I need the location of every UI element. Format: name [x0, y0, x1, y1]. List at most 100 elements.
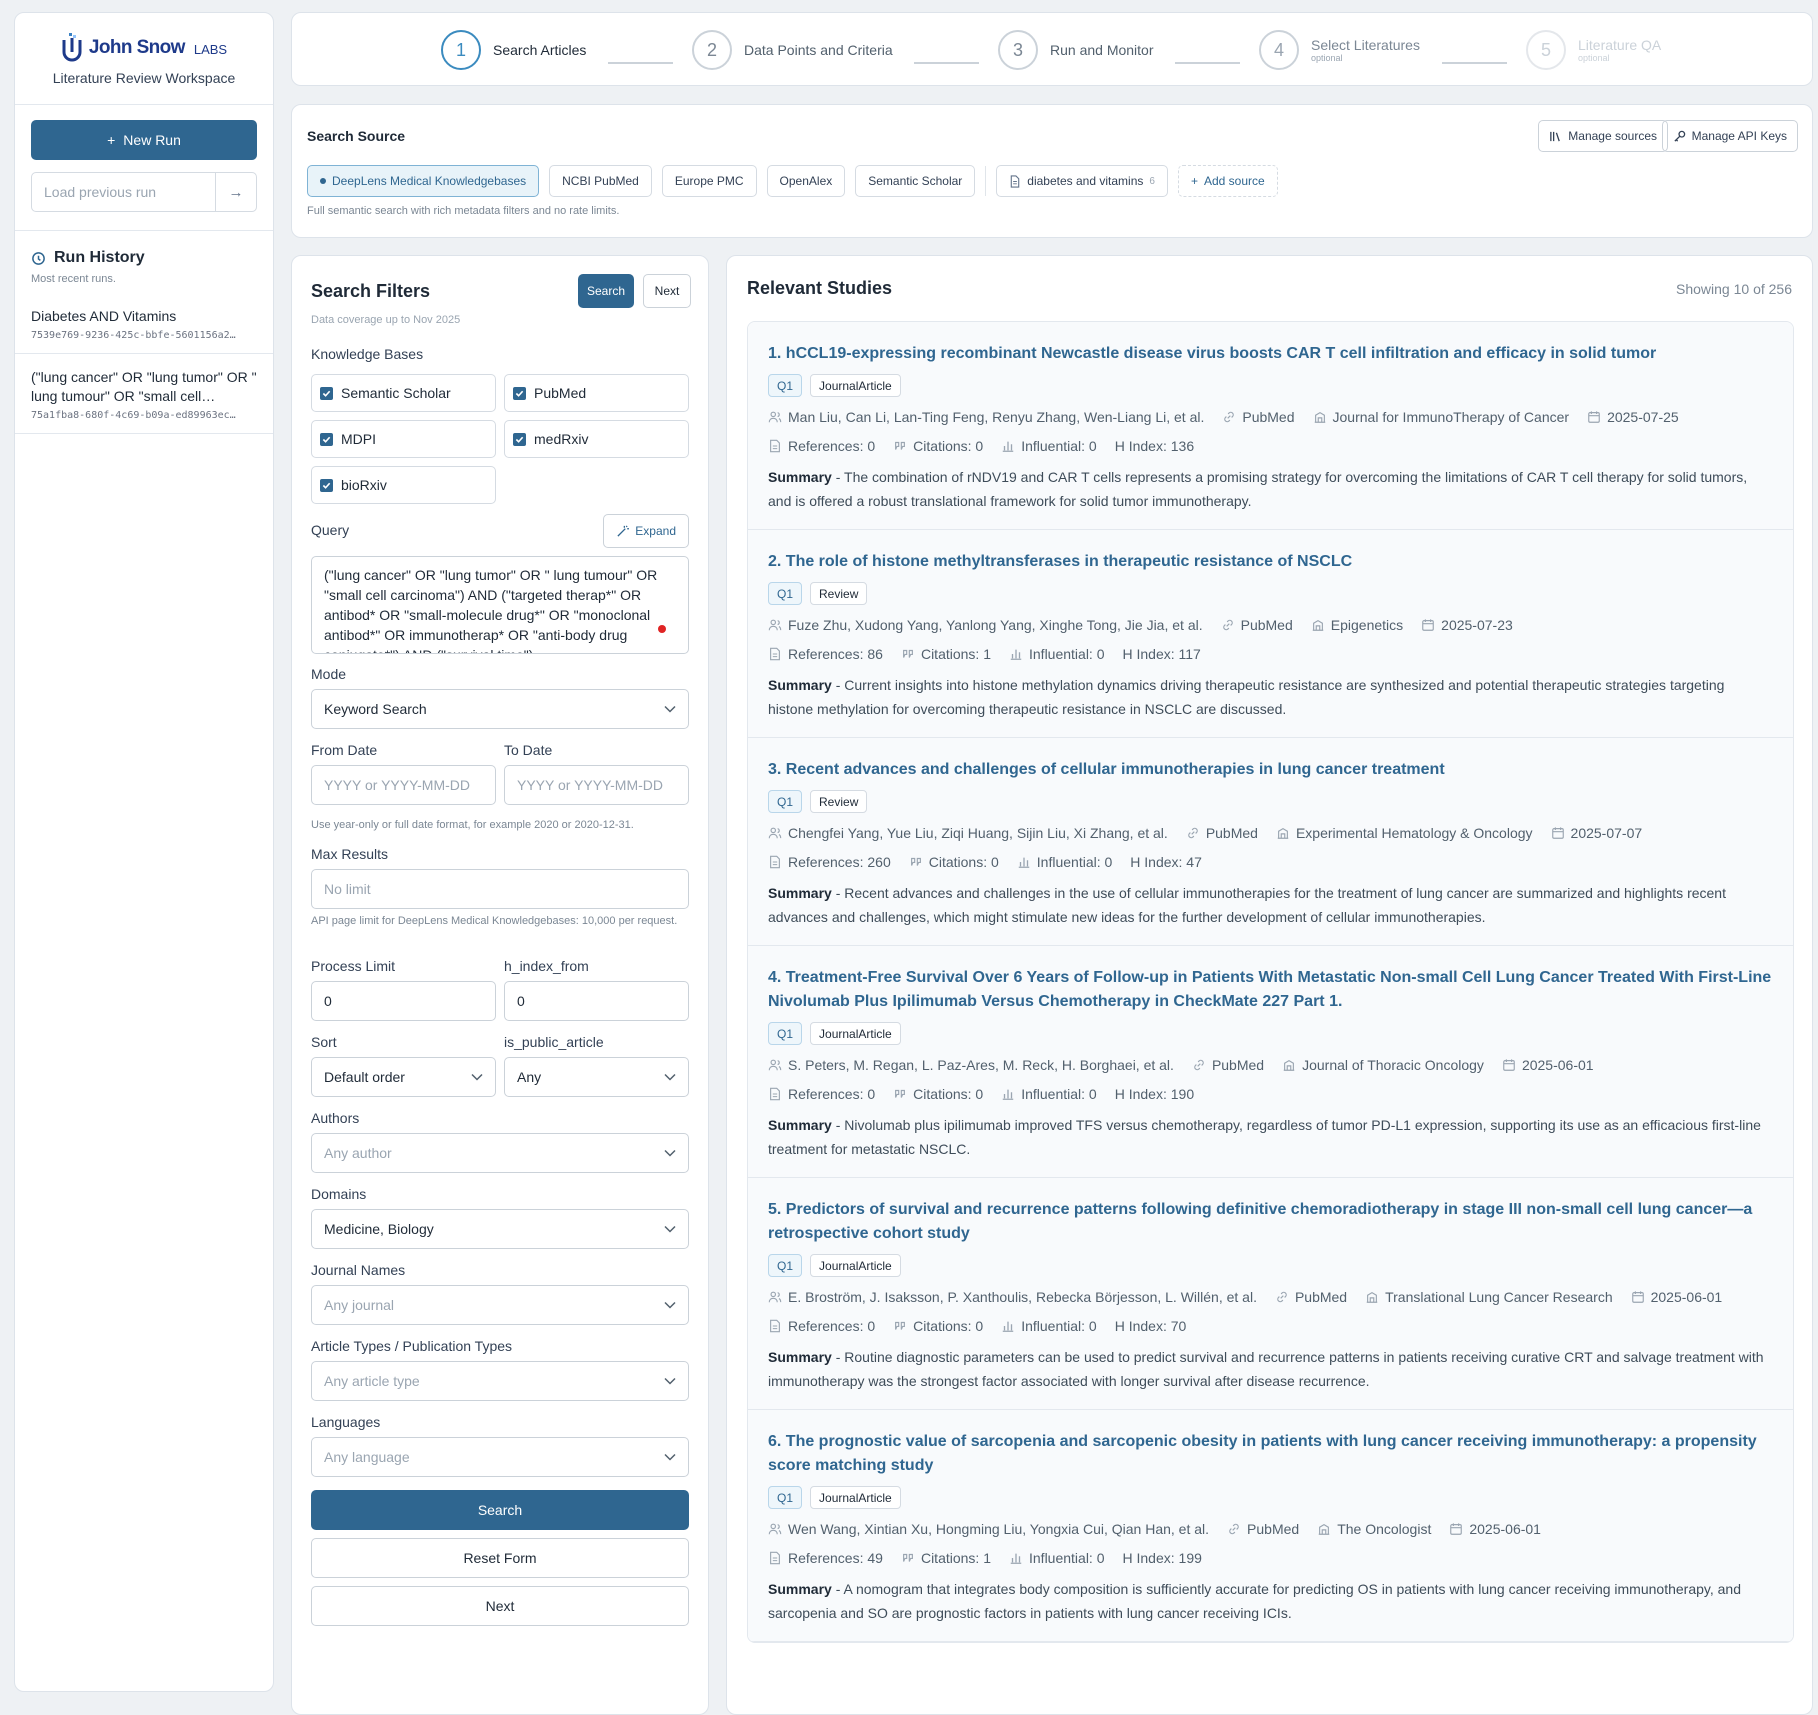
search-button[interactable]: Search — [311, 1490, 689, 1530]
hindex-meta: H Index: 190 — [1115, 1086, 1194, 1102]
study-badges: Q1 JournalArticle — [768, 1022, 1773, 1045]
study-title[interactable]: 5. Predictors of survival and recurrence… — [768, 1198, 1773, 1246]
summary-label: Summary — [768, 469, 832, 485]
date-note: Use year-only or full date format, for e… — [311, 819, 634, 831]
document-icon — [770, 1087, 780, 1100]
run-history-item[interactable]: Diabetes AND Vitamins 7539e769-9236-425c… — [15, 293, 273, 354]
source-chip-pubmed[interactable]: NCBI PubMed — [549, 165, 652, 197]
to-date-label: To Date — [504, 742, 553, 758]
study-title[interactable]: 2. The role of histone methyltransferase… — [768, 550, 1773, 574]
source-chip-europe-pmc[interactable]: Europe PMC — [661, 165, 757, 197]
chevron-down-icon — [664, 1073, 676, 1081]
john-snow-logo-icon — [62, 33, 82, 62]
kb-biorxiv[interactable]: bioRxiv — [311, 466, 496, 504]
study-date: 2025-06-01 — [1469, 1520, 1541, 1537]
study-metrics: References: 260 Citations: 0 Influential… — [768, 852, 1773, 871]
source-chip-deeplens[interactable]: DeepLens Medical Knowledgebases — [307, 165, 540, 197]
study-badges: Q1 Review — [768, 582, 1773, 605]
study-title[interactable]: 4. Treatment-Free Survival Over 6 Years … — [768, 966, 1773, 1014]
step-select-literatures[interactable]: 4 Select Literatures optional — [1259, 30, 1420, 70]
expand-query-button[interactable]: Expand — [603, 514, 689, 548]
study-hindex: H Index: 190 — [1114, 1085, 1195, 1102]
kb-mdpi[interactable]: MDPI — [311, 420, 496, 458]
step-data-points[interactable]: 2 Data Points and Criteria — [692, 30, 893, 70]
study-date: 2025-07-23 — [1441, 616, 1513, 633]
chip-label: diabetes and vitamins — [1027, 174, 1144, 188]
to-date-input[interactable]: YYYY or YYYY-MM-DD — [504, 765, 689, 805]
reset-form-button[interactable]: Reset Form — [311, 1538, 689, 1578]
study-hindex: H Index: 47 — [1130, 853, 1202, 870]
languages-select[interactable]: Any language — [311, 1437, 689, 1477]
study-summary: Summary - Routine diagnostic parameters … — [768, 1349, 1764, 1389]
source-chip-semantic-scholar[interactable]: Semantic Scholar — [855, 165, 976, 197]
step-optional: optional — [1311, 52, 1343, 63]
source-chip-custom[interactable]: diabetes and vitamins 6 — [996, 165, 1168, 197]
manage-api-keys-button[interactable]: Manage API Keys — [1661, 120, 1798, 152]
load-run-input[interactable]: Load previous run — [32, 173, 216, 211]
users-icon — [768, 827, 782, 838]
step-literature-qa[interactable]: 5 Literature QA optional — [1526, 30, 1661, 70]
h-index-from-input[interactable]: 0 — [504, 981, 689, 1021]
summary-label: Summary — [768, 1349, 832, 1365]
article-types-select[interactable]: Any article type — [311, 1361, 689, 1401]
sort-select[interactable]: Default order — [311, 1057, 496, 1097]
max-results-input[interactable]: No limit — [311, 869, 689, 909]
is-public-article-select[interactable]: Any — [504, 1057, 689, 1097]
citations-meta: Citations: 0 — [893, 438, 983, 454]
run-history-item[interactable]: ("lung cancer" OR "lung tumor" OR " lung… — [15, 354, 273, 434]
load-run-arrow-icon[interactable]: → — [216, 173, 256, 211]
summary-label: Summary — [768, 1117, 832, 1133]
study-references: References: 0 — [788, 437, 876, 454]
mode-select[interactable]: Keyword Search — [311, 689, 689, 729]
step-run-monitor[interactable]: 3 Run and Monitor — [998, 30, 1154, 70]
study-title[interactable]: 1. hCCL19-expressing recombinant Newcast… — [768, 342, 1773, 366]
study-journal: The Oncologist — [1337, 1520, 1432, 1537]
study-summary: Summary - The combination of rNDV19 and … — [768, 469, 1748, 509]
quote-icon — [903, 649, 913, 658]
from-date-input[interactable]: YYYY or YYYY-MM-DD — [311, 765, 496, 805]
manage-sources-button[interactable]: Manage sources — [1538, 120, 1668, 152]
knowledge-bases-label: Knowledge Bases — [311, 346, 424, 362]
link-icon — [1194, 1059, 1204, 1070]
study-metrics: References: 86 Citations: 1 Influential:… — [768, 644, 1773, 663]
references-meta: References: 49 — [768, 1550, 883, 1566]
step-search-articles[interactable]: 1 Search Articles — [441, 30, 586, 70]
study-meta: S. Peters, M. Regan, L. Paz-Ares, M. Rec… — [768, 1055, 1773, 1074]
influential-meta: Influential: 0 — [1001, 1318, 1097, 1334]
next-button[interactable]: Next — [311, 1586, 689, 1626]
step-connector — [1175, 62, 1240, 64]
hindex-meta: H Index: 117 — [1123, 646, 1201, 662]
study-references: References: 0 — [788, 1085, 876, 1102]
filters-search-button[interactable]: Search — [578, 274, 634, 308]
kb-pubmed[interactable]: PubMed — [504, 374, 689, 412]
kb-semantic-scholar[interactable]: Semantic Scholar — [311, 374, 496, 412]
step-number: 3 — [998, 30, 1038, 70]
filters-next-button[interactable]: Next — [643, 274, 691, 308]
document-icon — [770, 647, 780, 660]
run-history-list: Diabetes AND Vitamins 7539e769-9236-425c… — [15, 293, 273, 434]
authors-select[interactable]: Any author — [311, 1133, 689, 1173]
references-meta: References: 0 — [768, 1318, 875, 1334]
summary-text: Current insights into histone methylatio… — [768, 677, 1725, 717]
brand-suffix: LABS — [193, 42, 228, 57]
kb-medrxiv[interactable]: medRxiv — [504, 420, 689, 458]
step-label: Run and Monitor — [1050, 41, 1154, 58]
query-textarea[interactable]: ("lung cancer" OR "lung tumor" OR " lung… — [311, 556, 689, 654]
quote-icon — [895, 441, 906, 450]
workflow-stepper: 1 Search Articles 2 Data Points and Crit… — [291, 12, 1813, 86]
journal-names-select[interactable]: Any journal — [311, 1285, 689, 1325]
study-source: PubMed — [1294, 1288, 1348, 1305]
article-type-badge: JournalArticle — [810, 1022, 901, 1045]
add-source-button[interactable]: + Add source — [1177, 165, 1278, 197]
summary-text: Recent advances and challenges in the us… — [768, 885, 1726, 925]
domains-select[interactable]: Medicine, Biology — [311, 1209, 689, 1249]
study-references: References: 260 — [788, 853, 891, 870]
process-limit-input[interactable]: 0 — [311, 981, 496, 1021]
study-citations: Citations: 0 — [913, 437, 984, 454]
new-run-label: New Run — [123, 132, 181, 148]
study-title[interactable]: 3. Recent advances and challenges of cel… — [768, 758, 1773, 782]
study-title[interactable]: 6. The prognostic value of sarcopenia an… — [768, 1430, 1773, 1478]
new-run-button[interactable]: + New Run — [31, 120, 257, 160]
source-chip-openalex[interactable]: OpenAlex — [766, 165, 846, 197]
study-card: 3. Recent advances and challenges of cel… — [748, 738, 1793, 946]
